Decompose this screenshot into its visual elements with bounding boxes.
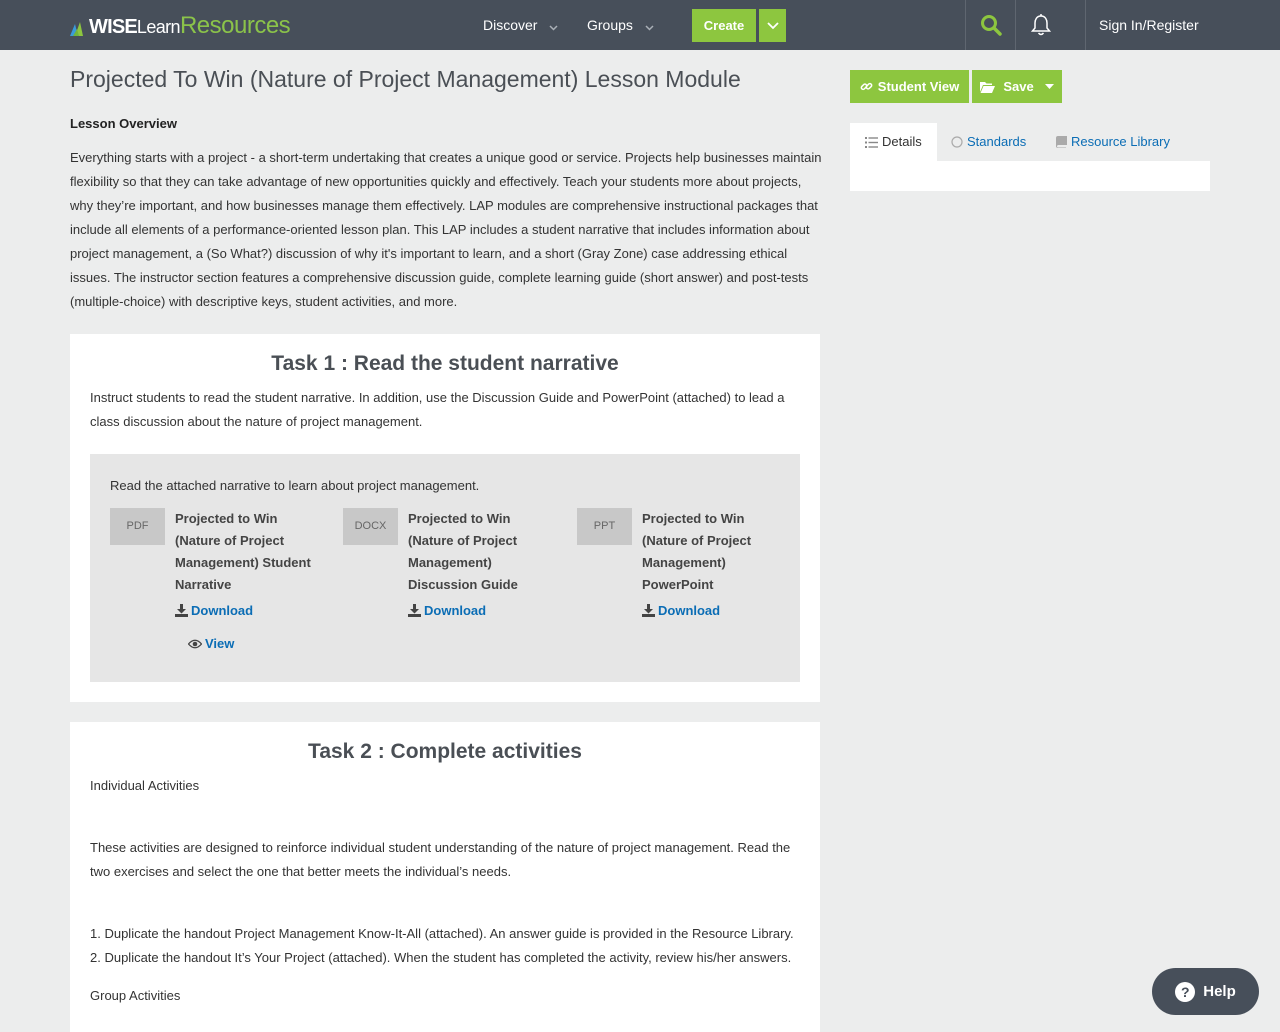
group-activities-label: Group Activities [90, 988, 181, 1003]
tab-standards[interactable]: Standards [951, 123, 1026, 161]
task-2-item-1: 1. Duplicate the handout Project Managem… [90, 926, 794, 941]
download-label: Download [191, 603, 254, 618]
download-icon [175, 604, 188, 617]
download-link[interactable]: Download [642, 603, 720, 618]
help-button[interactable]: ? Help [1152, 968, 1259, 1015]
eye-icon [188, 639, 202, 648]
sign-in-register-link[interactable]: Sign In/Register [1099, 0, 1199, 50]
attachment-title[interactable]: Projected to Win (Nature of Project Mana… [408, 508, 548, 596]
detail-tabs: Details Standards Resource Library [850, 123, 1210, 161]
logo-resources: Resources [179, 12, 291, 39]
view-label: View [205, 636, 235, 651]
nav-discover-label: Discover [483, 17, 538, 33]
task-1-card: Task 1 : Read the student narrative Inst… [70, 334, 820, 702]
tab-resource-library-label: Resource Library [1071, 134, 1170, 149]
tab-details[interactable]: Details [850, 123, 937, 161]
save-button[interactable]: Save [972, 70, 1062, 103]
docx-file-icon: DOCX [343, 508, 398, 545]
nav-discover[interactable]: Discover [483, 0, 558, 50]
logo-mark-icon [70, 20, 88, 36]
attachments-intro: Read the attached narrative to learn abo… [110, 478, 480, 493]
task-2-intro: These activities are designed to reinfor… [90, 840, 791, 879]
logo-wise: WISE [89, 16, 138, 38]
search-icon [980, 15, 1002, 36]
task-2-item-2: 2. Duplicate the handout It’s Your Proje… [90, 950, 792, 965]
question-icon: ? [1175, 981, 1196, 1002]
nav-groups[interactable]: Groups [587, 0, 654, 50]
download-label: Download [658, 603, 721, 618]
logo-learn: Learn [136, 17, 181, 37]
create-button[interactable]: Create [692, 9, 756, 42]
create-dropdown-button[interactable] [759, 9, 786, 42]
help-label: Help [1203, 983, 1236, 1000]
top-navbar: WISE Learn Resources Discover Groups Creat… [0, 0, 1280, 50]
circle-icon [951, 136, 963, 148]
tab-details-label: Details [882, 134, 922, 149]
caret-down-icon [1044, 84, 1054, 89]
book-icon [1056, 136, 1067, 148]
view-link[interactable]: View [188, 636, 234, 651]
search-button[interactable] [966, 0, 1015, 50]
chevron-down-icon [549, 1, 558, 51]
download-link[interactable]: Download [175, 603, 253, 618]
attachment-title[interactable]: Projected to Win (Nature of Project Mana… [175, 508, 315, 596]
list-icon [865, 136, 878, 148]
student-view-label: Student View [877, 79, 960, 94]
chevron-down-icon [766, 21, 779, 29]
task-2-card: Task 2 : Complete activities Individual … [70, 722, 820, 1032]
attachments-box: Read the attached narrative to learn abo… [90, 454, 800, 682]
task-1-text: Instruct students to read the student na… [90, 390, 785, 429]
notifications-button[interactable] [1016, 0, 1065, 50]
folder-open-icon [980, 81, 996, 93]
wiselearn-logo[interactable]: WISE Learn Resources [70, 11, 291, 39]
tab-resource-library[interactable]: Resource Library [1056, 123, 1170, 161]
tab-standards-label: Standards [967, 134, 1027, 149]
individual-activities-label: Individual Activities [90, 778, 200, 793]
save-label: Save [1003, 79, 1034, 94]
download-link[interactable]: Download [408, 603, 486, 618]
chevron-down-icon [645, 1, 654, 51]
lesson-overview-text: Everything starts with a project - a sho… [70, 150, 822, 309]
download-icon [408, 604, 421, 617]
attachment-title[interactable]: Projected to Win (Nature of Project Mana… [642, 508, 782, 596]
student-view-button[interactable]: Student View [850, 70, 969, 103]
details-panel [850, 161, 1210, 191]
lesson-overview-label: Lesson Overview [70, 116, 177, 131]
pdf-file-icon: PDF [110, 508, 165, 545]
task-1-title: Task 1 : Read the student narrative [271, 352, 619, 375]
download-icon [642, 604, 655, 617]
header-divider [1085, 0, 1086, 50]
download-label: Download [424, 603, 487, 618]
link-icon [860, 82, 873, 91]
nav-groups-label: Groups [587, 17, 633, 33]
ppt-file-icon: PPT [577, 508, 632, 545]
task-2-title: Task 2 : Complete activities [308, 740, 582, 763]
bell-icon [1030, 14, 1051, 36]
page-title: Projected To Win (Nature of Project Mana… [70, 66, 741, 92]
